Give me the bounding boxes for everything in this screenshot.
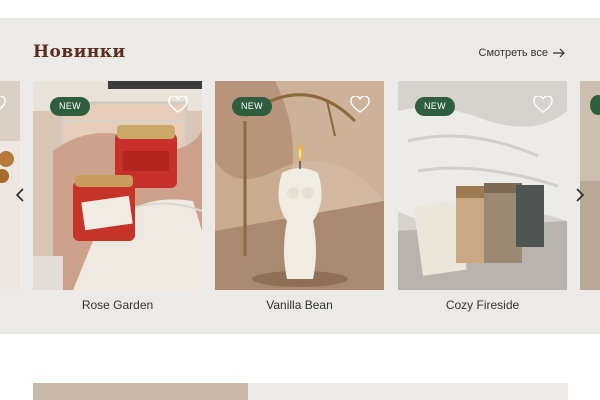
view-all-label: Смотреть все: [478, 47, 548, 59]
carousel-next-button[interactable]: [572, 185, 588, 205]
new-badge: NEW: [232, 97, 272, 116]
heart-icon[interactable]: [533, 96, 553, 114]
carousel-prev-button[interactable]: [12, 185, 28, 205]
product-card-cozy-fireside[interactable]: NEW: [398, 81, 567, 290]
product-name[interactable]: Vanilla Bean: [215, 298, 384, 312]
new-badge: NEW: [415, 97, 455, 116]
next-section-banner: [33, 383, 568, 400]
new-badge: NEW: [50, 97, 90, 116]
chevron-left-icon: [16, 188, 24, 202]
product-name[interactable]: Cozy Fireside: [398, 298, 567, 312]
banner-image: [33, 383, 248, 400]
section-title: Новинки: [33, 42, 126, 62]
view-all-link[interactable]: Смотреть все: [479, 47, 566, 59]
heart-icon: [0, 96, 6, 110]
product-card-rose-garden[interactable]: NEW: [33, 81, 202, 290]
product-card-vanilla-bean[interactable]: NEW: [215, 81, 384, 290]
heart-icon[interactable]: [350, 96, 370, 114]
arrow-right-icon: [553, 48, 565, 58]
product-name[interactable]: Rose Garden: [33, 298, 202, 312]
chevron-right-icon: [576, 188, 584, 202]
heart-icon[interactable]: [168, 96, 188, 114]
